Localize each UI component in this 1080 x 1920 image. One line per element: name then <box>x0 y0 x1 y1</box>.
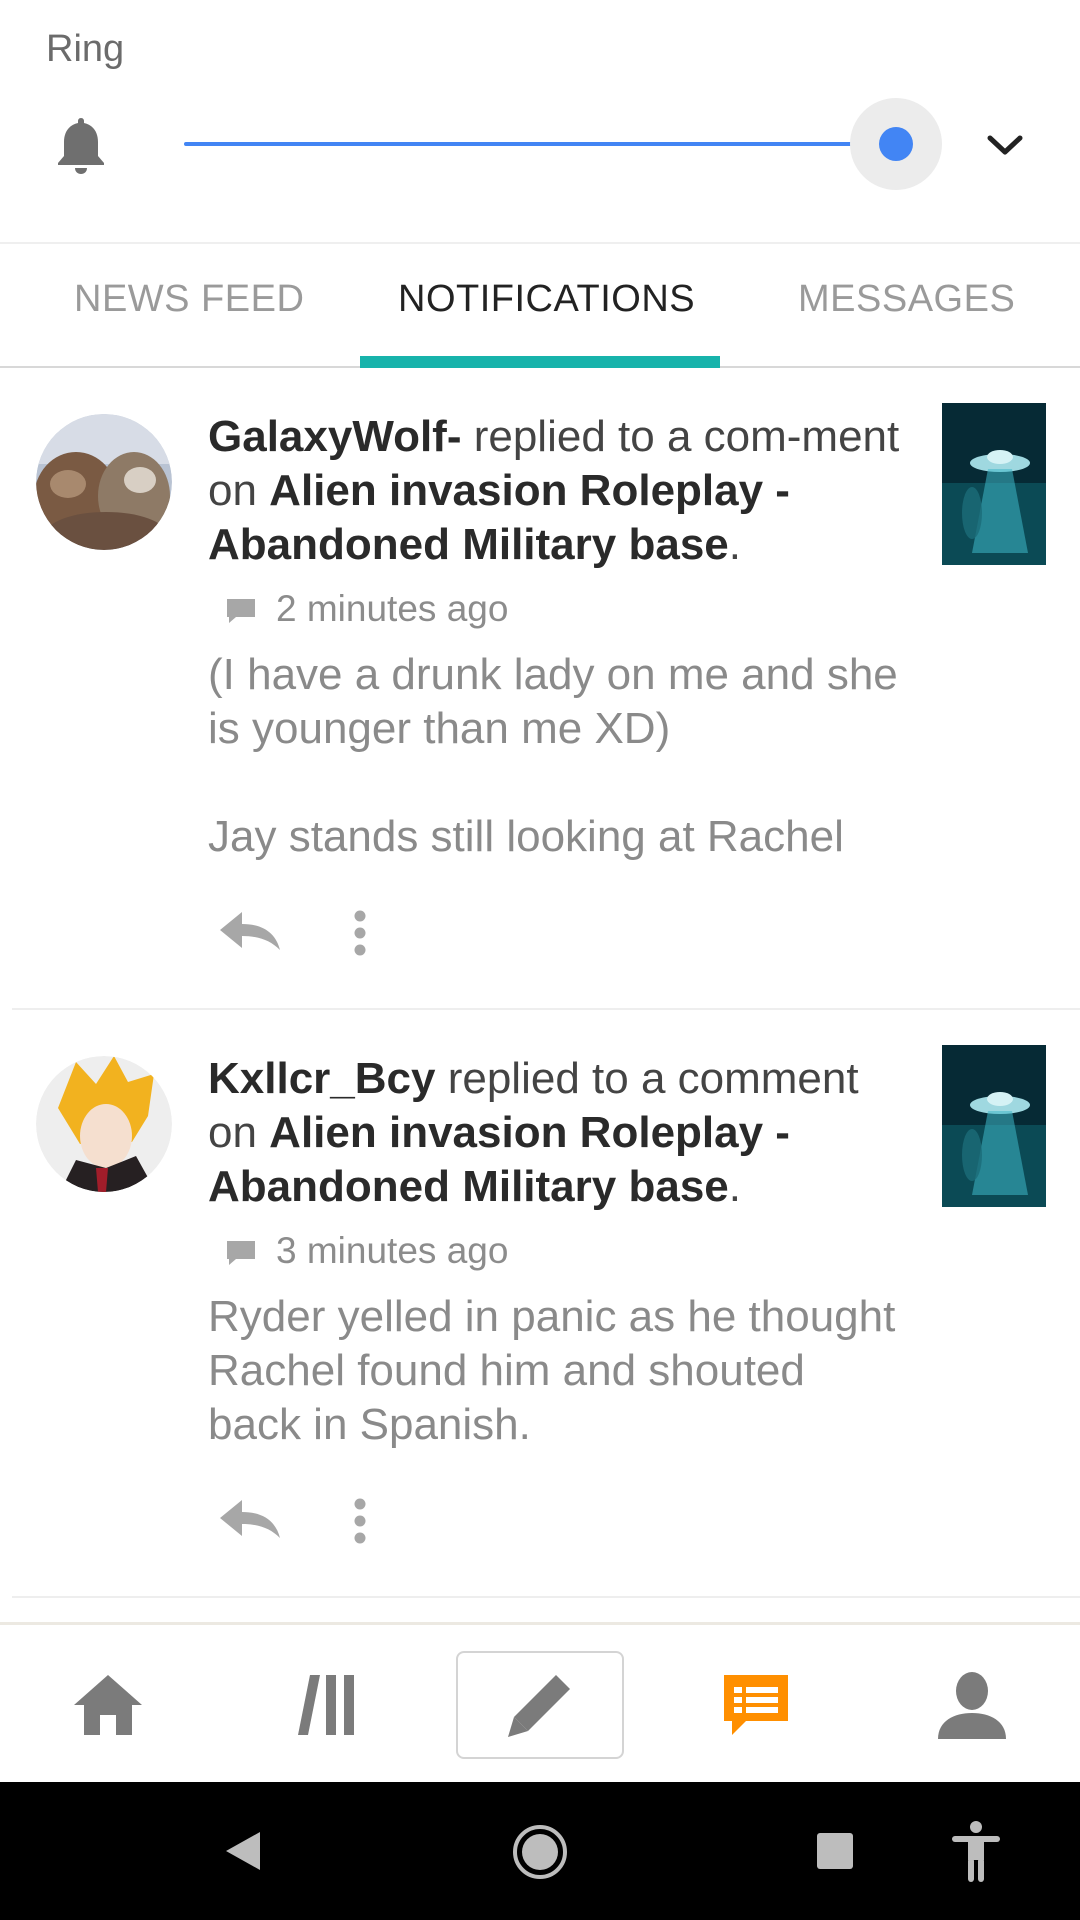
nav-library[interactable] <box>266 1625 386 1785</box>
profile-icon <box>938 1672 1006 1739</box>
pencil-icon <box>508 1675 570 1737</box>
notification-body: (I have a drunk lady on me and she is yo… <box>208 650 898 861</box>
volume-slider-thumb[interactable] <box>879 127 913 161</box>
avatar[interactable] <box>36 414 172 550</box>
notification-body: Ryder yelled in panic as he thought Rach… <box>208 1292 896 1449</box>
more-options-icon[interactable] <box>350 908 370 958</box>
notification-item[interactable]: GalaxyWolf- replied to a com-ment on Ali… <box>0 370 1080 1010</box>
notification-time: 3 minutes ago <box>276 1230 509 1271</box>
story-thumbnail[interactable] <box>942 1045 1046 1207</box>
tab-news-feed[interactable]: NEWS FEED <box>74 278 304 321</box>
home-icon <box>74 1675 142 1735</box>
nav-home[interactable] <box>48 1625 168 1785</box>
chevron-down-icon[interactable] <box>984 130 1026 160</box>
back-icon[interactable] <box>224 1830 262 1872</box>
tab-messages[interactable]: MESSAGES <box>798 278 1015 321</box>
notification-meta: 2 minutes ago <box>224 588 508 630</box>
more-options-icon[interactable] <box>350 1496 370 1546</box>
volume-panel: Ring <box>0 0 1080 242</box>
bell-icon[interactable] <box>54 114 108 176</box>
nav-notifications[interactable] <box>696 1625 816 1785</box>
notification-username[interactable]: GalaxyWolf- <box>208 412 461 461</box>
ring-label: Ring <box>46 28 125 70</box>
accessibility-icon[interactable] <box>950 1820 1002 1884</box>
tab-bar: NEWS FEED NOTIFICATIONS MESSAGES <box>0 244 1080 368</box>
row-divider <box>12 1596 1080 1598</box>
notification-item[interactable]: Kxllcr_Bcy replied to a comment on Alien… <box>0 1012 1080 1600</box>
comment-icon <box>227 599 255 624</box>
comment-icon <box>227 1241 255 1266</box>
bottom-navigation <box>0 1622 1080 1782</box>
tab-notifications[interactable]: NOTIFICATIONS <box>398 278 695 321</box>
reply-icon[interactable] <box>216 908 284 954</box>
home-circle-icon[interactable] <box>512 1824 568 1880</box>
notification-time: 2 minutes ago <box>276 588 509 629</box>
row-divider <box>12 1008 1080 1010</box>
notifications-chat-icon <box>724 1675 788 1735</box>
notification-end: . <box>728 1162 741 1211</box>
story-thumbnail[interactable] <box>942 403 1046 565</box>
active-tab-indicator <box>360 356 720 368</box>
notification-headline: GalaxyWolf- replied to a com-ment on Ali… <box>208 410 908 572</box>
notification-username[interactable]: Kxllcr_Bcy <box>208 1054 435 1103</box>
notification-end: . <box>728 520 741 569</box>
volume-slider-track[interactable] <box>184 142 896 146</box>
nav-write[interactable] <box>480 1625 600 1785</box>
nav-profile[interactable] <box>912 1625 1032 1785</box>
notification-story-title[interactable]: Alien invasion Roleplay - Abandoned Mili… <box>208 466 790 569</box>
notification-story-title[interactable]: Alien invasion Roleplay - Abandoned Mili… <box>208 1108 790 1211</box>
system-navigation-bar <box>0 1782 1080 1920</box>
recents-icon[interactable] <box>816 1832 854 1870</box>
notification-meta: 3 minutes ago <box>224 1230 508 1272</box>
avatar[interactable] <box>36 1056 172 1192</box>
reply-icon[interactable] <box>216 1496 284 1542</box>
notification-headline: Kxllcr_Bcy replied to a comment on Alien… <box>208 1052 908 1214</box>
library-icon <box>298 1675 354 1735</box>
